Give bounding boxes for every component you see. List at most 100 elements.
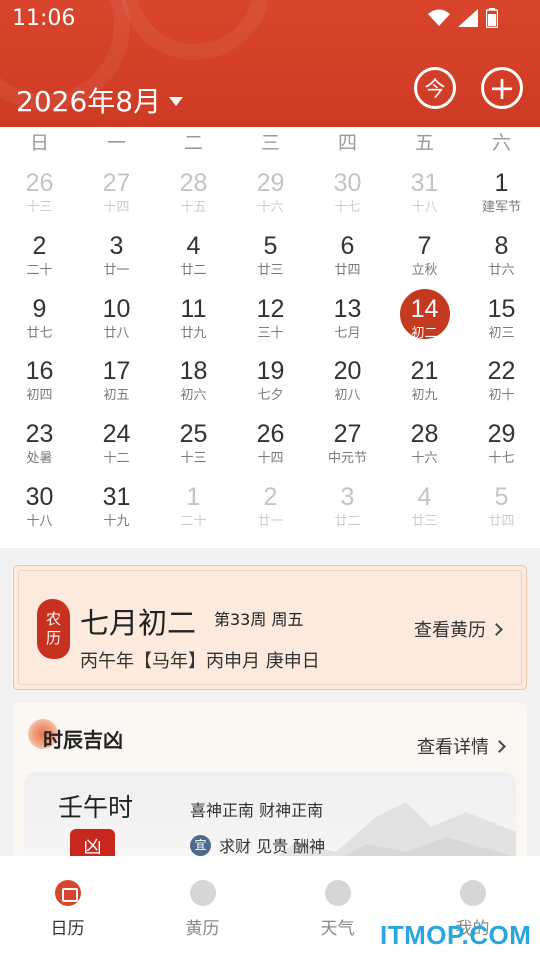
day-cell[interactable]: 26 十四 [232, 410, 309, 473]
signal-icon [458, 9, 478, 27]
lunar-day-label: 七月 [334, 325, 361, 341]
day-cell[interactable]: 23 处暑 [1, 410, 78, 473]
day-number: 2 [263, 482, 278, 511]
day-cell[interactable]: 7 立秋 [386, 222, 463, 285]
day-number: 6 [340, 231, 355, 260]
lunar-day-label: 初二 [411, 325, 438, 341]
day-number: 5 [494, 482, 509, 511]
battery-icon [486, 8, 498, 28]
day-cell[interactable]: 18 初六 [155, 347, 232, 410]
day-cell[interactable]: 31 十九 [78, 473, 155, 536]
day-cell[interactable]: 28 十六 [386, 410, 463, 473]
month-selector[interactable]: 2026年8月 [16, 80, 184, 120]
day-cell[interactable]: 27 十四 [78, 159, 155, 222]
lunar-day-label: 处暑 [26, 451, 53, 467]
day-number: 24 [102, 420, 131, 449]
day-cell[interactable]: 5 廿三 [232, 222, 309, 285]
lunar-day-label: 二十 [26, 262, 53, 278]
day-cell[interactable]: 11 廿九 [155, 285, 232, 348]
day-cell[interactable]: 15 初三 [463, 285, 540, 348]
day-cell[interactable]: 2 二十 [1, 222, 78, 285]
day-number: 31 [102, 482, 131, 511]
weekday-label: 一 [106, 132, 126, 154]
seal-top-char: 农 [45, 610, 61, 628]
day-cell[interactable]: 4 廿三 [386, 473, 463, 536]
today-button[interactable]: 今 [414, 67, 456, 109]
day-number: 17 [102, 357, 131, 386]
day-cell[interactable]: 28 十五 [155, 159, 232, 222]
wifi-icon [428, 9, 450, 26]
view-huangli-label: 查看黄历 [414, 620, 486, 641]
app-header: 11:06 2026年8月 今 + [0, 0, 540, 127]
day-cell[interactable]: 29 十六 [232, 159, 309, 222]
day-cell[interactable]: 10 廿八 [78, 285, 155, 348]
day-number: 14 [410, 294, 439, 323]
lunar-day-label: 初八 [334, 388, 361, 404]
day-cell[interactable]: 20 初八 [309, 347, 386, 410]
lunar-day-label: 廿八 [103, 325, 130, 341]
day-cell[interactable]: 4 廿二 [155, 222, 232, 285]
day-number: 26 [256, 420, 285, 449]
lunar-day-label: 廿三 [257, 262, 284, 278]
day-number: 26 [25, 169, 54, 197]
lunar-day-label: 初三 [488, 325, 515, 341]
day-cell[interactable]: 24 十二 [78, 410, 155, 473]
day-cell[interactable]: 30 十八 [1, 473, 78, 536]
week-info: 第33周 周五 [214, 610, 304, 629]
day-cell[interactable]: 25 十三 [155, 410, 232, 473]
lunar-day-label: 十五 [180, 200, 207, 215]
lunar-day-label: 廿四 [488, 513, 515, 529]
day-cell[interactable]: 3 廿一 [78, 222, 155, 285]
day-cell[interactable]: 12 三十 [232, 285, 309, 348]
day-cell[interactable]: 27 中元节 [309, 410, 386, 473]
day-cell[interactable]: 22 初十 [463, 347, 540, 410]
lunar-day-label: 三十 [257, 325, 284, 341]
day-cell-selected[interactable]: 14 初二 [386, 285, 463, 348]
day-number: 31 [410, 169, 439, 197]
day-cell[interactable]: 1 建军节 [463, 159, 540, 222]
day-cell[interactable]: 16 初四 [1, 347, 78, 410]
view-details-link[interactable]: 查看详情 [417, 733, 506, 759]
day-cell[interactable]: 13 七月 [309, 285, 386, 348]
day-cell[interactable]: 30 十七 [309, 159, 386, 222]
weather-icon [324, 880, 351, 906]
day-cell[interactable]: 26 十三 [1, 159, 78, 222]
add-button[interactable]: + [481, 67, 523, 109]
tab-calendar[interactable]: 日历 [0, 856, 135, 960]
lunar-day-label: 初六 [180, 388, 207, 404]
day-number: 11 [180, 294, 207, 323]
lunar-day-label: 十七 [488, 451, 515, 467]
day-cell[interactable]: 5 廿四 [463, 473, 540, 536]
day-number: 28 [179, 169, 208, 197]
tab-huangli[interactable]: 黄历 [135, 856, 270, 960]
lunar-day-label: 初五 [103, 388, 130, 404]
day-cell[interactable]: 8 廿六 [463, 222, 540, 285]
plus-icon: + [488, 69, 516, 107]
day-number: 12 [256, 294, 285, 323]
suitable-text: 求财 见贵 酬神 [219, 837, 326, 856]
user-icon [459, 880, 486, 906]
yi-icon: 宜 [190, 834, 211, 856]
day-cell[interactable]: 17 初五 [78, 347, 155, 410]
day-number: 30 [333, 169, 362, 197]
day-cell[interactable]: 31 十八 [386, 159, 463, 222]
day-cell[interactable]: 21 初九 [386, 347, 463, 410]
lunar-day-label: 初九 [411, 388, 438, 404]
day-number: 16 [25, 357, 54, 386]
view-huangli-link[interactable]: 查看黄历 [414, 616, 503, 642]
day-cell[interactable]: 9 廿七 [1, 285, 78, 348]
day-cell[interactable]: 1 二十 [155, 473, 232, 536]
day-cell[interactable]: 29 十七 [463, 410, 540, 473]
lunar-day-label: 十四 [103, 200, 130, 215]
day-number: 3 [109, 231, 124, 260]
lunar-day-label: 廿一 [103, 262, 130, 278]
day-number: 1 [494, 169, 509, 197]
tab-label: 日历 [50, 919, 85, 939]
day-cell[interactable]: 2 廿一 [232, 473, 309, 536]
day-cell[interactable]: 6 廿四 [309, 222, 386, 285]
day-cell[interactable]: 19 七夕 [232, 347, 309, 410]
section-title: 时辰吉凶 [43, 728, 123, 752]
day-number: 7 [417, 231, 432, 260]
day-cell[interactable]: 3 廿二 [309, 473, 386, 536]
day-number: 5 [263, 231, 278, 260]
